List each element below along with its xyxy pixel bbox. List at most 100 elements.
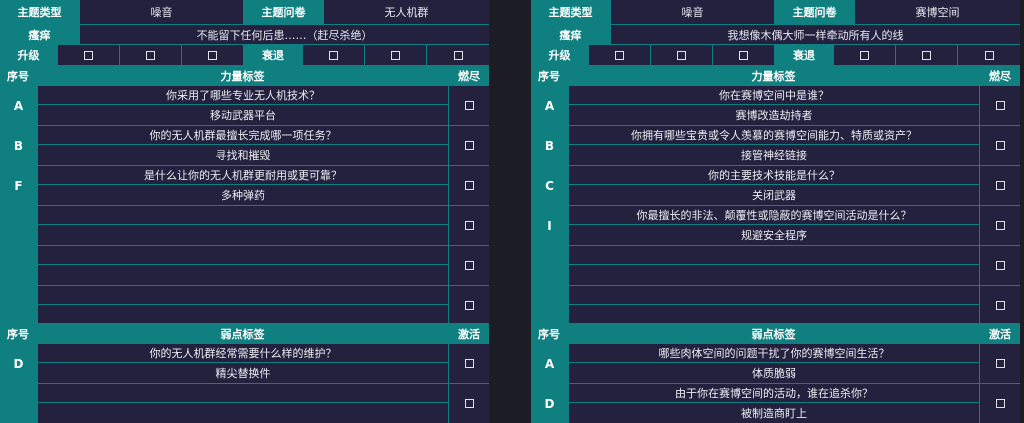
power-tag-answer[interactable]: 接管神经链接 (568, 145, 980, 165)
weak-title-header: 弱点标签 (37, 324, 449, 343)
weakness-tag-group: A 哪些肉体空间的问题干扰了你的赛博空间生活？ 体质脆弱 (531, 343, 1020, 383)
checkbox-icon (464, 359, 474, 368)
upgrade-checkbox-2[interactable] (651, 45, 713, 65)
decline-checkbox-1[interactable] (834, 45, 896, 65)
checkbox-icon (464, 181, 474, 190)
power-tag-answer[interactable]: 移动武器平台 (37, 105, 449, 125)
weakness-tag-answer[interactable]: 精尖替换件 (37, 363, 449, 383)
power-tag-letter: B (0, 126, 37, 165)
upgrade-checkbox-1[interactable] (589, 45, 651, 65)
upgrade-decline-row: 升级 衰退 (531, 44, 1020, 65)
decline-checkbox-2[interactable] (896, 45, 958, 65)
checkbox-icon (464, 261, 474, 270)
power-tag-answer[interactable]: 关闭武器 (568, 185, 980, 205)
power-tag-question[interactable] (37, 246, 449, 265)
itch-value[interactable]: 我想像木偶大师一样牵动所有人的线 (611, 25, 1020, 44)
burn-checkbox[interactable] (449, 126, 489, 165)
upgrade-checkbox-2[interactable] (120, 45, 182, 65)
theme-questionnaire-value[interactable]: 无人机群 (324, 0, 489, 24)
power-tag-answer[interactable] (568, 305, 980, 325)
activate-checkbox[interactable] (980, 384, 1020, 423)
theme-type-value[interactable]: 噪音 (611, 0, 775, 24)
power-tag-answer[interactable] (568, 265, 980, 285)
power-title-header: 力量标签 (37, 66, 449, 85)
power-tag-question: 你的无人机群最擅长完成哪一项任务？ (37, 126, 449, 145)
itch-row: 瘙痒 不能留下任何后患……（赶尽杀绝） (0, 24, 489, 44)
burn-checkbox[interactable] (980, 286, 1020, 325)
theme-type-label: 主题类型 (0, 0, 80, 24)
decline-label: 衰退 (244, 45, 303, 65)
activate-checkbox[interactable] (449, 344, 489, 383)
burn-checkbox[interactable] (449, 246, 489, 285)
activate-checkbox[interactable] (449, 384, 489, 423)
power-tag-letter (0, 246, 37, 285)
weakness-tag-group: D 由于你在赛博空间的活动，谁在追杀你？ 被制造商盯上 (531, 383, 1020, 423)
itch-value[interactable]: 不能留下任何后患……（赶尽杀绝） (80, 25, 489, 44)
weakness-tag-letter: D (531, 384, 568, 423)
power-tag-group: I 你最擅长的非法、颠覆性或隐蔽的赛博空间活动是什么？ 规避安全程序 (531, 205, 1020, 245)
power-tag-group: B 你的无人机群最擅长完成哪一项任务？ 寻找和摧毁 (0, 125, 489, 165)
decline-checkbox-2[interactable] (365, 45, 427, 65)
checkbox-icon (453, 50, 463, 60)
weakness-tag-answer[interactable]: 体质脆弱 (568, 363, 980, 383)
upgrade-checkbox-1[interactable] (58, 45, 120, 65)
decline-checkbox-1[interactable] (303, 45, 365, 65)
weakness-tag-letter: D (0, 344, 37, 383)
checkbox-icon (464, 141, 474, 150)
power-tag-question: 你采用了哪些专业无人机技术？ (37, 86, 449, 105)
power-tag-question: 是什么让你的无人机群更耐用或更可靠？ (37, 166, 449, 185)
weakness-tag-answer[interactable]: 被制造商盯上 (568, 403, 980, 423)
power-tag-letter (0, 286, 37, 325)
power-tag-question: 你的主要技术技能是什么？ (568, 166, 980, 185)
burn-checkbox[interactable] (449, 166, 489, 205)
weakness-tag-question: 由于你在赛博空间的活动，谁在追杀你？ (568, 384, 980, 403)
checkbox-icon (84, 50, 93, 60)
checkbox-icon (615, 50, 624, 60)
power-tag-question: 你拥有哪些宝贵或令人羡慕的赛博空间能力、特质或资产？ (568, 126, 980, 145)
power-tag-answer[interactable] (37, 225, 449, 245)
theme-type-value[interactable]: 噪音 (80, 0, 244, 24)
checkbox-icon (995, 399, 1005, 408)
burn-checkbox[interactable] (980, 126, 1020, 165)
power-tag-question[interactable] (568, 246, 980, 265)
power-tag-answer[interactable]: 多种弹药 (37, 185, 449, 205)
power-tag-answer[interactable] (37, 265, 449, 285)
weakness-tag-question[interactable] (37, 384, 449, 403)
upgrade-label: 升级 (531, 45, 589, 65)
activate-header: 激活 (458, 327, 480, 341)
power-num-header: 序号 (531, 66, 568, 85)
burn-checkbox[interactable] (449, 206, 489, 245)
checkbox-icon (677, 50, 686, 60)
weakness-tag-answer[interactable] (37, 403, 449, 423)
power-num-header: 序号 (0, 66, 37, 85)
activate-checkbox[interactable] (980, 344, 1020, 383)
checkbox-icon (984, 50, 994, 60)
theme-questionnaire-value[interactable]: 赛博空间 (855, 0, 1020, 24)
power-tag-letter: I (531, 206, 568, 245)
checkbox-icon (922, 50, 931, 60)
burn-checkbox[interactable] (449, 86, 489, 125)
decline-checkbox-3[interactable] (427, 45, 489, 65)
upgrade-checkbox-3[interactable] (182, 45, 244, 65)
power-tag-answer[interactable]: 寻找和摧毁 (37, 145, 449, 165)
power-tag-answer[interactable]: 规避安全程序 (568, 225, 980, 245)
burn-checkbox[interactable] (449, 286, 489, 325)
checkbox-icon (995, 181, 1005, 190)
weakness-tag-group (0, 383, 489, 423)
decline-checkbox-3[interactable] (958, 45, 1020, 65)
burn-checkbox[interactable] (980, 86, 1020, 125)
power-tag-letter (0, 206, 37, 245)
burn-checkbox[interactable] (980, 246, 1020, 285)
burn-checkbox[interactable] (980, 206, 1020, 245)
burn-checkbox[interactable] (980, 166, 1020, 205)
upgrade-checkbox-3[interactable] (713, 45, 775, 65)
power-tag-question[interactable] (37, 206, 449, 225)
checkbox-icon (464, 221, 474, 230)
checkbox-icon (995, 359, 1005, 368)
itch-label: 瘙痒 (531, 25, 611, 44)
power-tag-group (0, 205, 489, 245)
power-tag-answer[interactable]: 赛博改造劫持者 (568, 105, 980, 125)
power-tag-question[interactable] (568, 286, 980, 305)
power-tag-question[interactable] (37, 286, 449, 305)
power-tag-answer[interactable] (37, 305, 449, 325)
